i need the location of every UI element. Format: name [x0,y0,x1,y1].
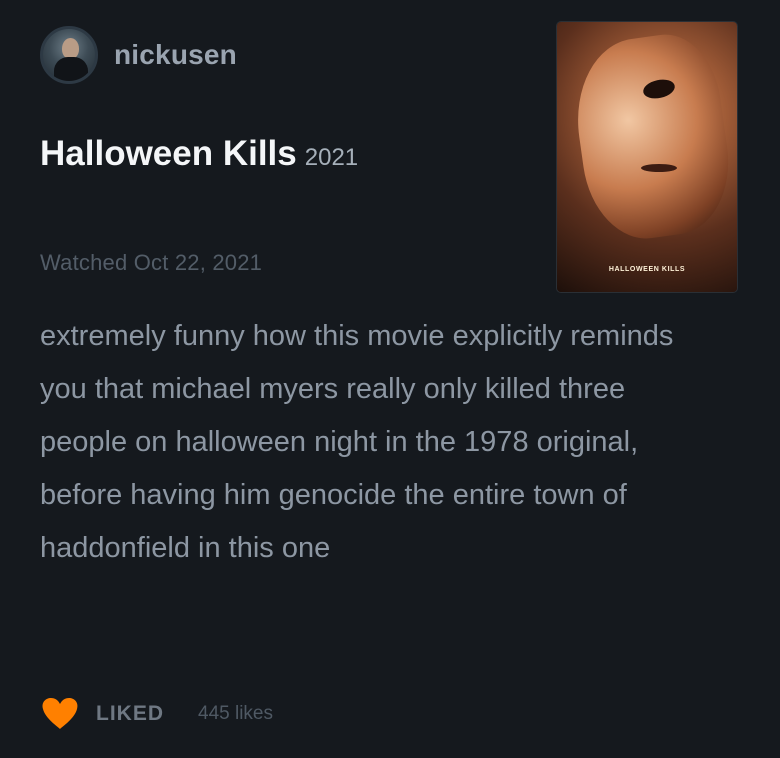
poster-mouth-shadow [641,164,677,172]
likes-count[interactable]: 445 likes [198,703,273,725]
watched-date: Watched Oct 22, 2021 [40,250,263,275]
film-title-row: Halloween Kills 2021 [40,134,358,174]
film-year[interactable]: 2021 [305,144,358,172]
film-poster[interactable]: HALLOWEEN KILLS [557,22,737,292]
review-card: nickusen Halloween Kills 2021 Watched Oc… [0,0,780,758]
film-title[interactable]: Halloween Kills [40,134,297,174]
poster-mask-image [566,27,737,247]
username[interactable]: nickusen [114,39,237,71]
review-header: nickusen [40,26,237,84]
liked-status[interactable]: LIKED [96,702,164,726]
review-footer: LIKED 445 likes [40,696,273,732]
review-text: extremely funny how this movie explicitl… [40,320,674,564]
user-avatar[interactable] [40,26,98,84]
heart-icon[interactable] [40,696,80,732]
poster-title: HALLOWEEN KILLS [608,266,686,273]
